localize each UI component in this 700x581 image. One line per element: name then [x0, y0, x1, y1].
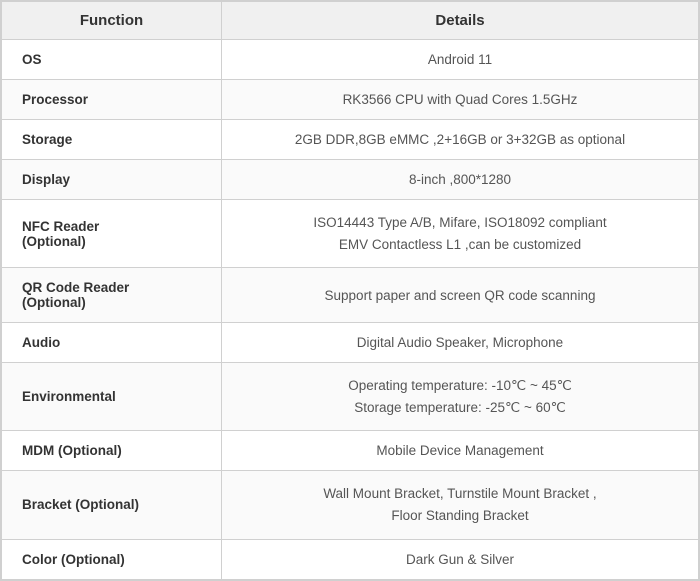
table-row: Display8-inch ,800*1280	[2, 160, 699, 200]
cell-function: Color (Optional)	[2, 539, 222, 579]
cell-details: Android 11	[222, 40, 699, 80]
cell-details: RK3566 CPU with Quad Cores 1.5GHz	[222, 80, 699, 120]
table-row: Color (Optional)Dark Gun & Silver	[2, 539, 699, 579]
table-header-row: Function Details	[2, 2, 699, 40]
cell-details: Support paper and screen QR code scannin…	[222, 268, 699, 323]
cell-details: 2GB DDR,8GB eMMC ,2+16GB or 3+32GB as op…	[222, 120, 699, 160]
cell-function: Processor	[2, 80, 222, 120]
cell-function: Audio	[2, 323, 222, 363]
cell-details: Digital Audio Speaker, Microphone	[222, 323, 699, 363]
cell-details: ISO14443 Type A/B, Mifare, ISO18092 comp…	[222, 200, 699, 268]
cell-details: Dark Gun & Silver	[222, 539, 699, 579]
table-row: AudioDigital Audio Speaker, Microphone	[2, 323, 699, 363]
table-row: Bracket (Optional)Wall Mount Bracket, Tu…	[2, 471, 699, 539]
header-function: Function	[2, 2, 222, 40]
cell-function: Display	[2, 160, 222, 200]
cell-details: Mobile Device Management	[222, 431, 699, 471]
cell-details: 8-inch ,800*1280	[222, 160, 699, 200]
table-row: ProcessorRK3566 CPU with Quad Cores 1.5G…	[2, 80, 699, 120]
table-row: Storage2GB DDR,8GB eMMC ,2+16GB or 3+32G…	[2, 120, 699, 160]
cell-details: Wall Mount Bracket, Turnstile Mount Brac…	[222, 471, 699, 539]
cell-function: MDM (Optional)	[2, 431, 222, 471]
cell-function: Storage	[2, 120, 222, 160]
table-row: MDM (Optional) Mobile Device Management	[2, 431, 699, 471]
spec-table: Function Details OSAndroid 11ProcessorRK…	[0, 0, 700, 581]
cell-function: Bracket (Optional)	[2, 471, 222, 539]
cell-details: Operating temperature: -10℃ ~ 45℃Storage…	[222, 363, 699, 431]
header-details: Details	[222, 2, 699, 40]
table-row: QR Code Reader(Optional)Support paper an…	[2, 268, 699, 323]
table-row: NFC Reader(Optional)ISO14443 Type A/B, M…	[2, 200, 699, 268]
cell-function: NFC Reader(Optional)	[2, 200, 222, 268]
table-row: EnvironmentalOperating temperature: -10℃…	[2, 363, 699, 431]
cell-function: Environmental	[2, 363, 222, 431]
cell-function: QR Code Reader(Optional)	[2, 268, 222, 323]
cell-function: OS	[2, 40, 222, 80]
table-row: OSAndroid 11	[2, 40, 699, 80]
